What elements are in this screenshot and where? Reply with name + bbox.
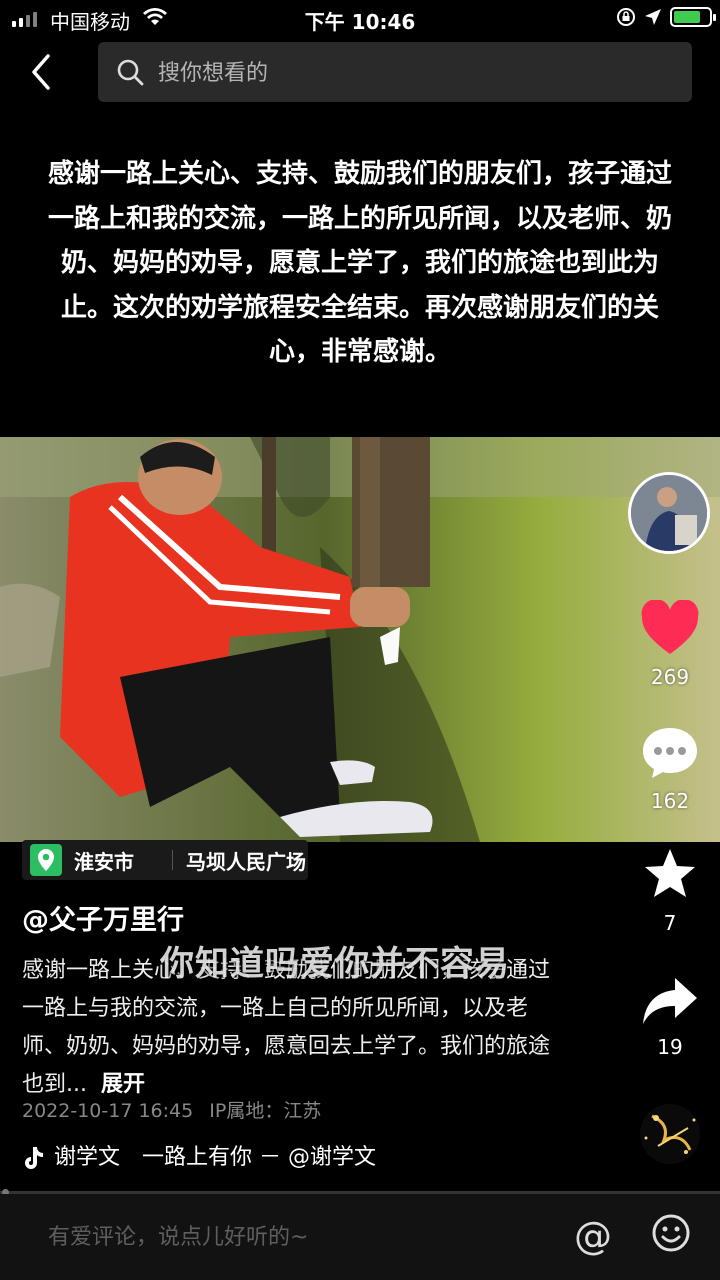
- location-divider: [172, 850, 173, 870]
- search-input[interactable]: [156, 52, 680, 94]
- back-arrow-icon[interactable]: [22, 52, 62, 92]
- comment-bar: @: [0, 1194, 720, 1280]
- like-button[interactable]: 269: [630, 599, 710, 689]
- clock: 下午 10:46: [304, 10, 416, 34]
- share-arrow-icon: [643, 978, 697, 1024]
- video-overlay-headline: 感谢一路上关心、支持、鼓励我们的朋友们，孩子通过一路上和我的交流，一路上的所见所…: [47, 159, 672, 367]
- emoji-icon[interactable]: [650, 1212, 692, 1254]
- author-avatar[interactable]: [628, 472, 710, 554]
- author-name[interactable]: @父子万里行: [22, 898, 184, 937]
- comment-input[interactable]: [46, 1216, 550, 1258]
- post-meta: 2022-10-17 16:45 IP属地：江苏: [22, 1096, 321, 1123]
- status-bar: 中国移动 下午 10:46: [0, 0, 720, 36]
- comment-count: 162: [650, 789, 690, 813]
- location-city: 淮安市: [74, 850, 134, 874]
- location-pin-icon: [30, 844, 62, 876]
- star-icon: [645, 849, 695, 897]
- video-subtitle-caption: 你知道吗爱你并不容易: [160, 944, 510, 984]
- comment-button[interactable]: 162: [630, 724, 710, 813]
- post-date: 2022-10-17 16:45: [22, 1100, 194, 1122]
- like-count: 269: [650, 665, 690, 689]
- mention-icon[interactable]: @: [574, 1214, 612, 1258]
- music-title: 谢学文 一路上有你 － @谢学文: [54, 1145, 376, 1170]
- location-arrow-icon: [645, 9, 661, 25]
- battery-icon: [670, 7, 716, 27]
- location-tag[interactable]: 淮安市 马坝人民广场: [22, 840, 308, 880]
- expand-button[interactable]: 展开: [101, 1072, 145, 1097]
- share-button[interactable]: 19: [630, 976, 710, 1059]
- avatar-image: [631, 475, 707, 551]
- heart-icon: [641, 599, 699, 654]
- rotation-lock-icon: [617, 8, 635, 26]
- video-frame-image: [0, 437, 720, 842]
- share-count: 19: [657, 1035, 683, 1059]
- tiktok-note-icon: [25, 1147, 43, 1169]
- music-disc-icon[interactable]: [630, 1098, 710, 1170]
- ip-location: IP属地：江苏: [209, 1100, 322, 1122]
- favorite-count: 7: [663, 911, 677, 935]
- search-icon: [117, 59, 144, 86]
- video-player[interactable]: [0, 437, 720, 842]
- search-bar[interactable]: [98, 42, 692, 102]
- location-place: 马坝人民广场: [186, 850, 306, 874]
- favorite-button[interactable]: 7: [630, 846, 710, 935]
- music-ticker[interactable]: 谢学文 一路上有你 － @谢学文: [22, 1139, 377, 1171]
- comment-bubble-icon: [643, 728, 697, 778]
